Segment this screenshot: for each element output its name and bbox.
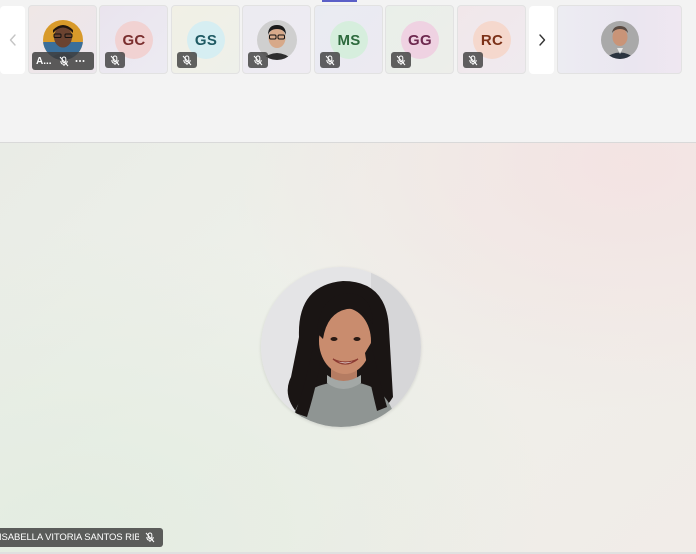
speaker-avatar [261,267,421,427]
participant-strip: A... GC GS MS GG RC [0,0,696,143]
participant-tile[interactable]: GC [99,5,168,74]
participant-tile[interactable] [242,5,311,74]
main-video-stage: ISABELLA VITORIA SANTOS RIBEIRO [0,143,696,554]
speaker-name-label: ISABELLA VITORIA SANTOS RIBEIRO [0,528,163,547]
participant-tile[interactable]: MS [314,5,383,74]
self-video-tile[interactable] [557,5,682,74]
chevron-right-icon [538,34,546,46]
participant-name: A... [36,55,52,67]
mic-off-icon [145,532,155,543]
previous-participants-button[interactable] [0,6,25,74]
mic-off-icon [320,52,340,68]
mic-off-icon [59,56,69,67]
participant-tile[interactable]: RC [457,5,526,74]
chevron-left-icon [9,34,17,46]
active-tab-indicator [322,0,357,2]
participant-name-badge: A... [32,52,94,70]
mic-off-icon [177,52,197,68]
participant-tile[interactable]: GG [385,5,454,74]
mic-off-icon [105,52,125,68]
mic-off-icon [248,52,268,68]
speaker-name: ISABELLA VITORIA SANTOS RIBEIRO [0,532,139,543]
participant-tile[interactable]: GS [171,5,240,74]
mic-off-icon [391,52,411,68]
mic-off-icon [463,52,483,68]
participant-avatar [601,21,639,59]
participant-tile[interactable]: A... [28,5,97,74]
more-dots-icon[interactable] [75,59,85,63]
next-participants-button[interactable] [529,6,554,74]
